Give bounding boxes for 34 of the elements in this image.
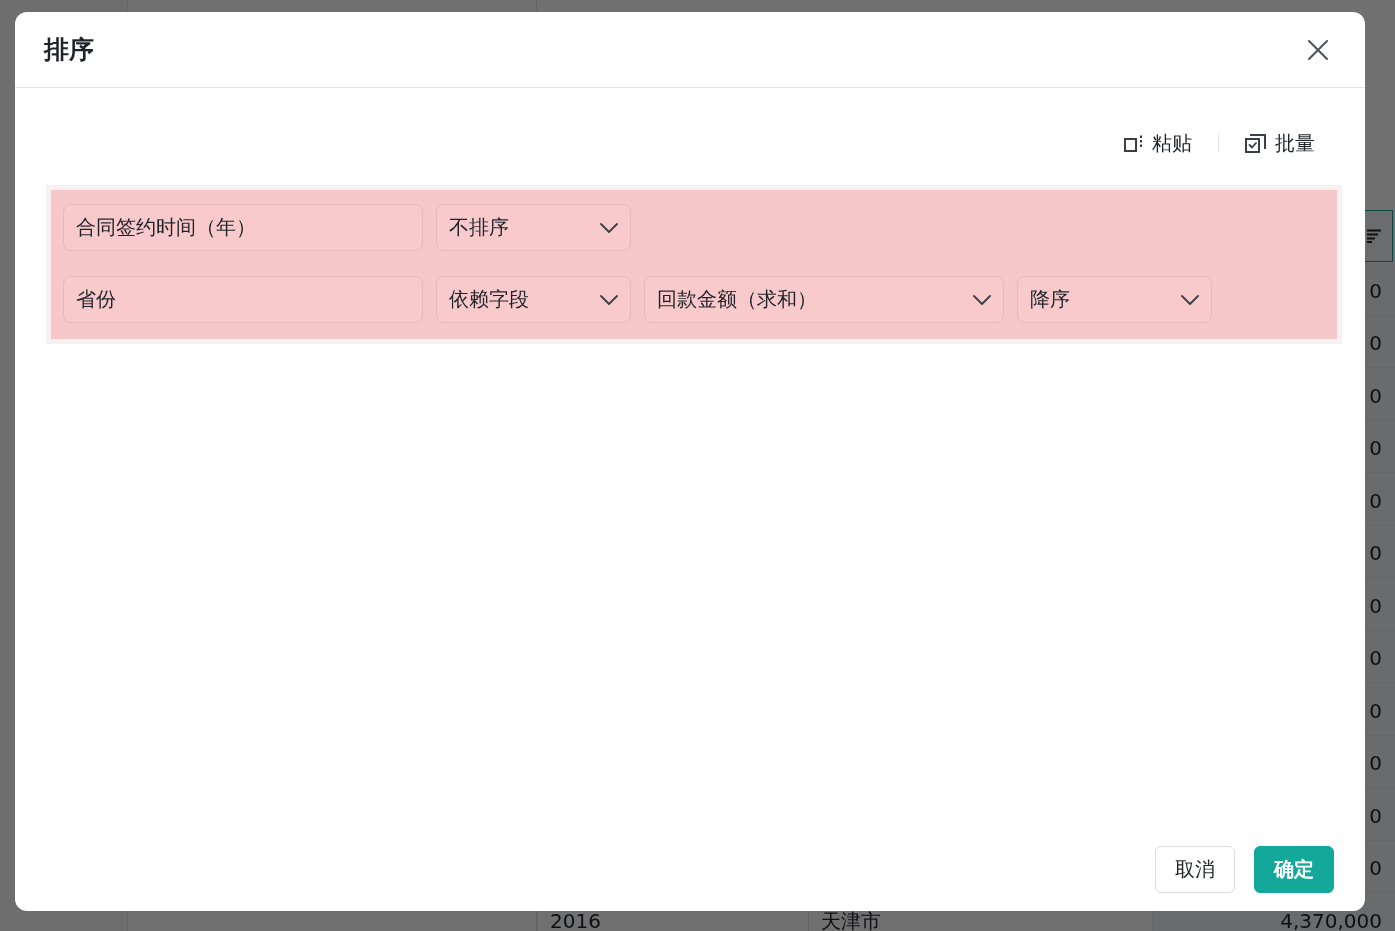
- table-cell: 0: [1369, 386, 1382, 405]
- chevron-down-icon: [1181, 294, 1199, 305]
- table-cell: 0: [1369, 649, 1382, 668]
- table-cell: 0: [1369, 439, 1382, 458]
- table-cell: 4,370,000: [1280, 911, 1382, 930]
- chevron-down-icon: [600, 222, 618, 233]
- table-cell: 0: [1369, 806, 1382, 825]
- dialog-title: 排序: [44, 34, 94, 66]
- dashed-square-icon: [1124, 134, 1143, 152]
- dropdown-select[interactable]: 依赖字段: [436, 276, 631, 323]
- field-name-box: 合同签约时间（年）: [63, 204, 423, 251]
- cancel-button[interactable]: 取消: [1155, 846, 1235, 893]
- paste-button[interactable]: 粘贴: [1124, 129, 1192, 157]
- field-name-box: 省份: [63, 276, 423, 323]
- dropdown-select[interactable]: 不排序: [436, 204, 631, 251]
- table-cell: 0: [1369, 544, 1382, 563]
- close-button[interactable]: [1307, 38, 1329, 61]
- close-icon: [1307, 38, 1329, 61]
- table-cell: 2016: [550, 911, 601, 930]
- table-cell: 0: [1369, 596, 1382, 615]
- batch-button[interactable]: 批量: [1245, 129, 1315, 157]
- table-cell: 天津市: [821, 911, 881, 930]
- table-cell: 0: [1369, 491, 1382, 510]
- table-cell: 0: [1369, 754, 1382, 773]
- table-cell: 0: [1369, 281, 1382, 300]
- table-cell: 0: [1369, 701, 1382, 720]
- sort-icon: [1367, 229, 1381, 243]
- chevron-down-icon: [973, 294, 991, 305]
- table-cell: 0: [1369, 334, 1382, 353]
- table-cell: 0: [1369, 859, 1382, 878]
- dropdown-select[interactable]: 回款金额（求和）: [644, 276, 1004, 323]
- dropdown-select[interactable]: 降序: [1017, 276, 1212, 323]
- checkbox-stack-icon: [1245, 133, 1266, 153]
- chevron-down-icon: [600, 294, 618, 305]
